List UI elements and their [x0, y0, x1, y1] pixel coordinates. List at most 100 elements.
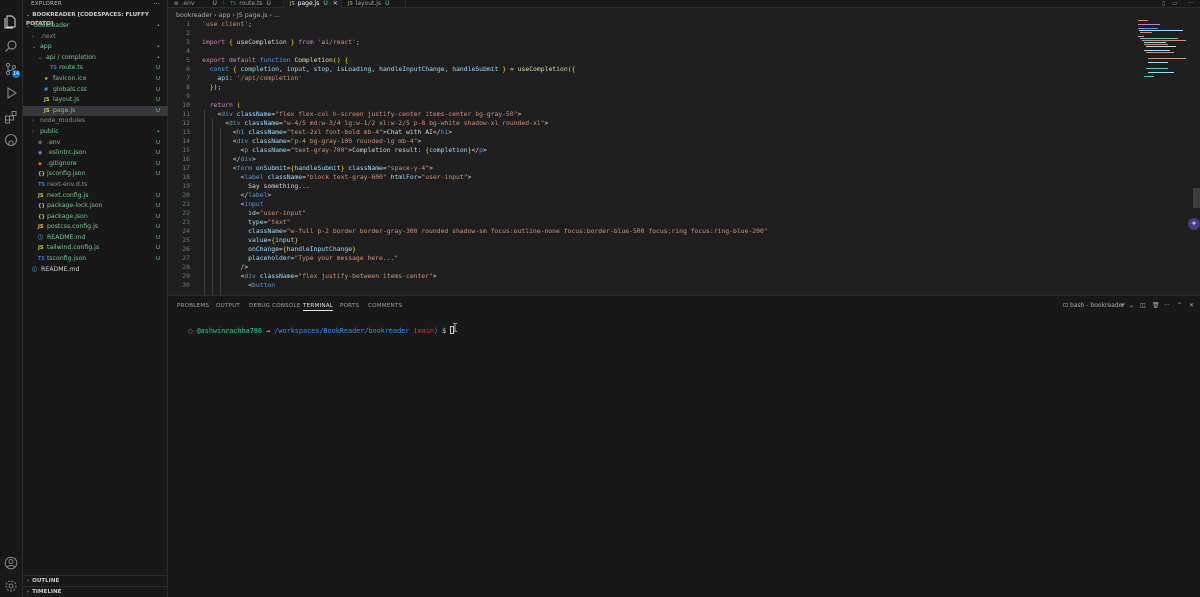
code-line[interactable]: onChange={handleInputChange} — [202, 245, 768, 254]
code-line[interactable]: ​ — [202, 47, 768, 56]
tree-item-label: route.ts — [59, 64, 83, 72]
layout-icon[interactable]: ▭ — [1172, 0, 1178, 8]
split-editor-icon[interactable]: ▯ — [1162, 0, 1165, 8]
tree-item[interactable]: › .next — [23, 32, 168, 43]
tree-item[interactable]: {} jsconfig.json U — [23, 169, 168, 180]
tree-item[interactable]: ⌄ app • — [23, 42, 168, 53]
code-line[interactable]: }); — [202, 83, 768, 92]
code-line[interactable]: <h1 className="text-2xl font-bold mb-4">… — [202, 128, 768, 137]
tree-item[interactable]: JS tailwind.config.js U — [23, 243, 168, 254]
tree-item[interactable]: {} package-lock.json U — [23, 201, 168, 212]
git-status-badge: U — [155, 224, 160, 231]
tree-item[interactable]: {} package.json U — [23, 212, 168, 223]
settings-icon[interactable] — [4, 579, 18, 593]
tree-item[interactable]: JS page.js U — [23, 105, 168, 117]
close-panel-icon[interactable]: ✕ — [1189, 301, 1194, 311]
code-line[interactable]: type="text" — [202, 218, 768, 227]
tab-route-ts[interactable]: TS route.ts U — [224, 0, 284, 8]
code-line[interactable]: ​ — [202, 29, 768, 38]
tree-item[interactable]: ⚙ .env U — [23, 138, 168, 149]
more-actions-icon[interactable]: ··· — [1188, 0, 1194, 8]
code-line[interactable]: /> — [202, 263, 768, 272]
search-icon[interactable] — [4, 39, 18, 53]
chevron-down-icon[interactable]: ⌄ — [1129, 301, 1134, 311]
tree-item[interactable]: TS route.ts U — [23, 63, 168, 74]
tab-debug-console[interactable]: DEBUG CONSOLE — [249, 301, 301, 311]
extensions-icon[interactable] — [4, 110, 18, 124]
account-icon[interactable] — [4, 556, 18, 570]
chevron-right-icon: › — [32, 33, 34, 40]
code-line[interactable]: return ( — [202, 101, 768, 110]
copilot-icon[interactable]: ✦ — [1188, 218, 1200, 230]
tree-item[interactable]: ⌄ bookreader • — [23, 21, 168, 32]
git-status-badge: U — [155, 86, 160, 93]
code-line[interactable]: api: '/api/completion' — [202, 74, 768, 83]
breadcrumb[interactable]: bookreader › app › JS page.js › ... — [176, 11, 280, 20]
terminal-selector[interactable]: ⊡ bash - bookreader — [1063, 301, 1125, 311]
tab-env[interactable]: ⚙ .env U — [168, 0, 224, 8]
tab-problems[interactable]: PROBLEMS — [177, 301, 209, 311]
code-editor[interactable]: 1 2 3 4 5 6 7 8 9 10 11 12 13 14 15 16 17 18 19 20 21 22 23 24 2… — [168, 20, 1188, 295]
tab-ports[interactable]: PORTS — [340, 301, 359, 311]
tree-item[interactable]: JS postcss.config.js U — [23, 222, 168, 233]
tab-output[interactable]: OUTPUT — [216, 301, 240, 311]
tab-terminal[interactable]: TERMINAL — [303, 301, 334, 311]
code-line[interactable]: <input — [202, 200, 768, 209]
editor-scrollbar[interactable] — [1193, 188, 1200, 208]
timeline-section[interactable]: › TIMELINE — [23, 586, 168, 597]
outline-section[interactable]: › OUTLINE — [23, 575, 168, 586]
code-line[interactable]: <label className="block text-gray-600" h… — [202, 173, 768, 182]
tree-item-label: layout.js — [53, 96, 80, 104]
code-line[interactable]: export default function Completion() { — [202, 56, 768, 65]
maximize-panel-icon[interactable]: ⌃ — [1177, 301, 1182, 311]
github-icon[interactable] — [4, 133, 18, 147]
code-line[interactable]: value={input} — [202, 236, 768, 245]
terminal-branch: main — [417, 327, 434, 335]
code-line[interactable]: <p className="text-gray-700">Completion … — [202, 146, 768, 155]
code-line[interactable]: 'use client'; — [202, 20, 768, 29]
tree-item[interactable]: TS tsconfig.json U — [23, 254, 168, 265]
explorer-more-button[interactable]: ··· — [153, 0, 160, 8]
files-icon[interactable] — [4, 15, 18, 29]
run-debug-icon[interactable] — [4, 86, 18, 100]
tree-item[interactable]: ⌄ api / completion • — [23, 53, 168, 64]
code-line[interactable]: ​ — [202, 92, 768, 101]
code-line[interactable]: </label> — [202, 191, 768, 200]
tree-item[interactable]: JS next.config.js U — [23, 191, 168, 202]
code-line[interactable]: className="w-full p-2 border border-gray… — [202, 227, 767, 236]
terminal-prompt-line[interactable]: ○ @ashwinrachha786 → /workspaces/BookRea… — [172, 317, 455, 335]
code-content[interactable]: 'use client';​import { useCompletion } f… — [202, 20, 768, 290]
tree-item[interactable]: ◉ .eslintrc.json U — [23, 148, 168, 159]
code-line[interactable]: Say something... — [202, 182, 768, 191]
tab-comments[interactable]: COMMENTS — [368, 301, 402, 311]
more-actions-icon[interactable]: ··· — [1164, 301, 1170, 311]
trash-icon[interactable]: 🗑 — [1152, 301, 1160, 311]
code-line[interactable]: import { useCompletion } from 'ai/react'… — [202, 38, 768, 47]
code-line[interactable]: </div> — [202, 155, 768, 164]
tab-layout-js[interactable]: JS layout.js U — [342, 0, 406, 8]
code-line[interactable]: <form onSubmit={handleSubmit} className=… — [202, 164, 768, 173]
tree-item[interactable]: › node_modules — [23, 116, 168, 127]
tree-item[interactable]: ★ favicon.ico U — [23, 74, 168, 85]
tree-item[interactable]: # globals.css U — [23, 85, 168, 96]
code-line[interactable]: const { completion, input, stop, isLoadi… — [202, 65, 768, 74]
tree-item[interactable]: TS next-env.d.ts — [23, 180, 168, 191]
tree-item[interactable]: ⓘ README.md U — [23, 233, 168, 244]
code-line[interactable]: placeholder="Type your message here..." — [202, 254, 768, 263]
tab-page-js[interactable]: JS page.js U ✕ — [284, 0, 342, 8]
code-line[interactable]: <div className="flex justify-between ite… — [202, 272, 768, 281]
tree-item[interactable]: ⓘ README.md — [23, 265, 168, 276]
tree-item[interactable]: JS layout.js U — [23, 95, 168, 106]
close-icon[interactable]: ✕ — [333, 0, 338, 7]
code-line[interactable]: id="user-input" — [202, 209, 768, 218]
tree-item[interactable]: ◆ .gitignore U — [23, 159, 168, 170]
code-line[interactable]: <div className="flex flex-col h-screen j… — [202, 110, 768, 119]
new-terminal-button[interactable]: + — [1120, 301, 1125, 311]
workspace-root-folder[interactable]: ⌄ BOOKREADER [CODESPACES: FLUFFY POTATO] — [26, 11, 167, 27]
code-line[interactable]: <div className="w-4/5 md:w-3/4 lg:w-1/2 … — [202, 119, 768, 128]
minimap[interactable] — [1136, 18, 1186, 78]
split-terminal-icon[interactable]: ◫ — [1140, 301, 1146, 311]
code-line[interactable]: <button — [202, 281, 768, 290]
tree-item[interactable]: › public • — [23, 127, 168, 138]
code-line[interactable]: <div className="p-4 bg-gray-100 rounded-… — [202, 137, 768, 146]
